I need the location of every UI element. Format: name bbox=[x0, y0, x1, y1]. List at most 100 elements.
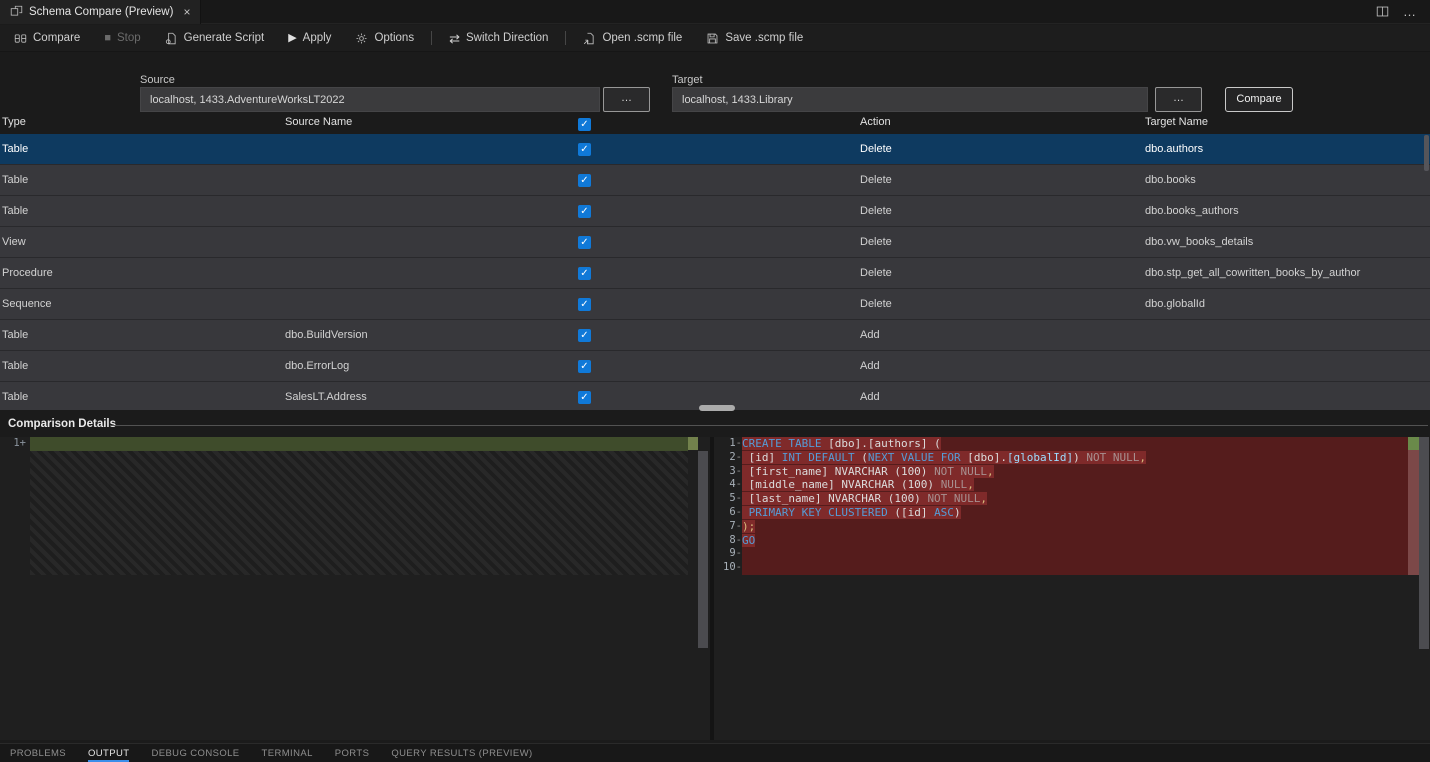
line-number: 10- bbox=[714, 561, 742, 575]
more-actions-icon[interactable]: … bbox=[1403, 4, 1416, 19]
switch-direction-button[interactable]: ⇄ Switch Direction bbox=[437, 25, 560, 51]
diff-target-pane[interactable]: 1-2-3-4-5-6-7-8-9-10- CREATE TABLE [dbo]… bbox=[714, 437, 1430, 740]
target-label: Target bbox=[672, 74, 703, 86]
removed-code-line: [first_name] NVARCHAR (100) NOT NULL, bbox=[742, 465, 1408, 479]
source-label: Source bbox=[140, 74, 175, 86]
cell-source-name: dbo.BuildVersion bbox=[285, 320, 573, 351]
removed-code-line: [middle_name] NVARCHAR (100) NULL, bbox=[742, 478, 1408, 492]
save-scmp-button[interactable]: Save .scmp file bbox=[694, 25, 815, 51]
close-icon[interactable]: × bbox=[183, 5, 190, 19]
options-button[interactable]: Options bbox=[343, 25, 426, 51]
apply-button[interactable]: ▶ Apply bbox=[276, 25, 343, 51]
save-icon bbox=[706, 32, 719, 45]
grid-rows: Table✓Deletedbo.authorsTable✓Deletedbo.b… bbox=[0, 134, 1430, 410]
line-number: 2- bbox=[714, 451, 742, 465]
table-row[interactable]: Table✓Deletedbo.books_authors bbox=[0, 196, 1430, 227]
cell-action: Add bbox=[860, 320, 1140, 351]
table-row[interactable]: Tabledbo.ErrorLog✓Add bbox=[0, 351, 1430, 382]
diff-removed-filler bbox=[30, 451, 688, 575]
row-checkbox[interactable]: ✓ bbox=[578, 267, 591, 280]
play-icon: ▶ bbox=[288, 33, 296, 44]
panel-resize-handle[interactable] bbox=[699, 405, 735, 411]
line-number: 5- bbox=[714, 492, 742, 506]
stop-button[interactable]: ■ Stop bbox=[92, 25, 152, 51]
target-browse-button[interactable]: … bbox=[1155, 87, 1202, 112]
open-scmp-button[interactable]: Open .scmp file bbox=[571, 25, 694, 51]
row-checkbox[interactable]: ✓ bbox=[578, 236, 591, 249]
overview-added-mark bbox=[688, 437, 698, 450]
table-row[interactable]: Procedure✓Deletedbo.stp_get_all_cowritte… bbox=[0, 258, 1430, 289]
script-file-icon bbox=[165, 32, 178, 45]
cell-type: View bbox=[2, 227, 280, 258]
panel-tab-query-results-preview[interactable]: QUERY RESULTS (PREVIEW) bbox=[391, 744, 532, 762]
cell-type: Table bbox=[2, 382, 280, 410]
panel-tab-output[interactable]: OUTPUT bbox=[88, 744, 129, 762]
toolbar-separator bbox=[431, 31, 432, 45]
column-action[interactable]: Action bbox=[860, 116, 891, 128]
panel-tab-problems[interactable]: PROBLEMS bbox=[10, 744, 66, 762]
diff-source-pane[interactable]: 1+ bbox=[0, 437, 710, 740]
save-scmp-label: Save .scmp file bbox=[725, 32, 803, 44]
switch-direction-label: Switch Direction bbox=[466, 32, 548, 44]
removed-code-line: [id] INT DEFAULT (NEXT VALUE FOR [dbo].[… bbox=[742, 451, 1408, 465]
line-number: 4- bbox=[714, 478, 742, 492]
generate-script-button[interactable]: Generate Script bbox=[153, 25, 277, 51]
right-editor-scrollbar[interactable] bbox=[1419, 437, 1429, 649]
cell-target-name: dbo.books_authors bbox=[1145, 196, 1427, 227]
column-target-name[interactable]: Target Name bbox=[1145, 116, 1208, 128]
row-checkbox[interactable]: ✓ bbox=[578, 298, 591, 311]
column-type[interactable]: Type bbox=[2, 116, 26, 128]
row-checkbox[interactable]: ✓ bbox=[578, 329, 591, 342]
line-number: 7- bbox=[714, 520, 742, 534]
gear-icon bbox=[355, 32, 368, 45]
header-checkbox[interactable]: ✓ bbox=[578, 118, 591, 131]
table-row[interactable]: Table ✓ Deletedbo.authors bbox=[0, 134, 1430, 165]
compare-button[interactable]: Compare bbox=[1225, 87, 1293, 112]
cell-action: Add bbox=[860, 382, 1140, 410]
tab-title: Schema Compare (Preview) bbox=[29, 6, 173, 18]
cell-type: Table bbox=[2, 320, 280, 351]
table-row[interactable]: View✓Deletedbo.vw_books_details bbox=[0, 227, 1430, 258]
row-checkbox[interactable]: ✓ bbox=[578, 143, 591, 156]
column-source-name[interactable]: Source Name bbox=[285, 116, 352, 128]
generate-script-label: Generate Script bbox=[184, 32, 265, 44]
tab-schema-compare[interactable]: Schema Compare (Preview) × bbox=[0, 0, 201, 24]
open-file-icon bbox=[583, 32, 596, 45]
diff-right-code: CREATE TABLE [dbo].[authors] ( [id] INT … bbox=[742, 437, 1408, 575]
cell-source-name: dbo.ErrorLog bbox=[285, 351, 573, 382]
row-checkbox[interactable]: ✓ bbox=[578, 391, 591, 404]
target-input[interactable] bbox=[672, 87, 1148, 112]
table-row[interactable]: Table✓Deletedbo.books bbox=[0, 165, 1430, 196]
row-checkbox[interactable]: ✓ bbox=[578, 360, 591, 373]
cell-action: Delete bbox=[860, 289, 1140, 320]
table-row[interactable]: Sequence✓Deletedbo.globalId bbox=[0, 289, 1430, 320]
schema-compare-toolbar: Compare ■ Stop Generate Script ▶ Apply O… bbox=[0, 25, 1430, 52]
grid-scrollbar[interactable] bbox=[1424, 135, 1429, 171]
left-editor-scrollbar[interactable] bbox=[698, 451, 708, 648]
comparison-details-title: Comparison Details bbox=[8, 418, 116, 430]
line-number: 6- bbox=[714, 506, 742, 520]
cell-target-name: dbo.vw_books_details bbox=[1145, 227, 1427, 258]
diff-left-line-number: 1+ bbox=[0, 437, 26, 451]
row-checkbox[interactable]: ✓ bbox=[578, 205, 591, 218]
schema-compare-icon bbox=[10, 5, 23, 18]
cell-target-name: dbo.authors bbox=[1145, 134, 1427, 165]
removed-code-line: ); bbox=[742, 520, 1408, 534]
row-checkbox[interactable]: ✓ bbox=[578, 174, 591, 187]
cell-action: Delete bbox=[860, 258, 1140, 289]
split-editor-icon[interactable] bbox=[1376, 5, 1389, 18]
source-input[interactable] bbox=[140, 87, 600, 112]
panel-tab-terminal[interactable]: TERMINAL bbox=[262, 744, 313, 762]
stop-icon: ■ bbox=[104, 33, 111, 44]
cell-action: Delete bbox=[860, 134, 1140, 165]
compare-toolbar-label: Compare bbox=[33, 32, 80, 44]
cell-type: Table bbox=[2, 134, 280, 165]
panel-tab-debug-console[interactable]: DEBUG CONSOLE bbox=[151, 744, 239, 762]
source-browse-button[interactable]: … bbox=[603, 87, 650, 112]
removed-code-line: [last_name] NVARCHAR (100) NOT NULL, bbox=[742, 492, 1408, 506]
cell-type: Procedure bbox=[2, 258, 280, 289]
table-row[interactable]: Tabledbo.BuildVersion ✓ Add bbox=[0, 320, 1430, 351]
cell-target-name: dbo.globalId bbox=[1145, 289, 1427, 320]
compare-toolbar-button[interactable]: Compare bbox=[2, 25, 92, 51]
panel-tab-ports[interactable]: PORTS bbox=[335, 744, 370, 762]
